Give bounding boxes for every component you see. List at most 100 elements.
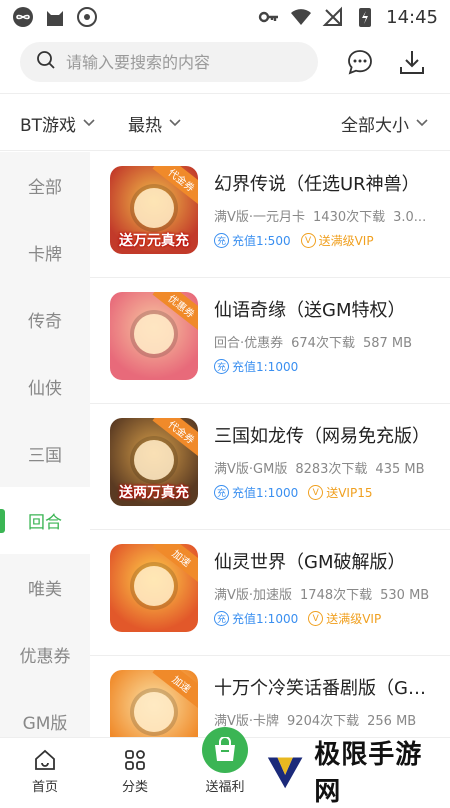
sidebar-item-all[interactable]: 全部 [0,152,90,219]
game-meta: 回合·优惠券 674次下载 587 MB [214,332,438,351]
filter-bar: BT游戏 最热 全部大小 [0,93,450,151]
watermark: 极限手游网 [258,740,450,807]
search-icon [36,50,56,74]
game-title: 幻界传说（任选UR神兽） [214,174,420,195]
tab-welfare-label: 送福利 [205,780,245,795]
game-meta-field: 1748次下载 [300,588,373,603]
game-list: 代金券 送万元真充 幻界传说（任选UR神兽） 满V版·一元月卡 1430次下载 3.0..… [90,152,450,737]
welfare-button[interactable] [202,727,248,773]
game-title: 仙语奇缘（送GM特权） [214,300,406,321]
chevron-down-icon [169,119,181,127]
game-list-item[interactable]: 代金券 送两万真充 三国如龙传（网易免充版） 满V版·GM版 8283次下载 435 MB… [90,404,450,530]
sidebar-item-label: 卡牌 [28,245,62,265]
no-signal-icon [322,6,344,28]
download-icon [400,51,424,74]
size-filter[interactable]: 全部大小 [341,94,429,152]
download-button[interactable] [394,44,430,80]
game-meta-field: 1430次下载 [313,210,386,225]
game-character-art [134,314,174,354]
sidebar-item-label: 传奇 [28,312,62,332]
sidebar-item-turn-based[interactable]: 回合 [0,487,90,554]
chevron-down-icon [83,119,95,127]
category-filter-label: BT游戏 [20,115,77,136]
recharge-badge-icon: 充 [214,611,229,626]
game-meta: 满V版·GM版 8283次下载 435 MB [214,458,438,477]
sidebar-item-label: 全部 [28,178,62,198]
watermark-text: 极限手游网 [314,740,423,807]
sidebar-item-aesthetic[interactable]: 唯美 [0,554,90,621]
game-meta-field: 8283次下载 [295,462,368,477]
recharge-badge-icon: 充 [214,359,229,374]
tab-home[interactable]: 首页 [0,738,90,801]
recharge-tag: 充充值1:1000 [214,484,298,501]
vip-tag: V 送满级VIP [308,610,381,627]
game-meta-field: 满V版·一元月卡 [214,210,306,225]
vip-badge-icon: V [308,611,324,626]
sidebar-item-label: 唯美 [28,580,62,600]
game-thumbnail: 代金券 送万元真充 [110,166,198,254]
sidebar-item-label: 仙侠 [28,379,62,399]
sidebar-item-card[interactable]: 卡牌 [0,219,90,286]
game-meta-field: 9204次下载 [287,714,360,729]
search-input[interactable] [66,52,296,72]
tag-label: 送满级VIP [318,234,374,248]
thumbnail-caption: 送万元真充 [119,233,189,249]
size-filter-label: 全部大小 [341,115,409,136]
game-thumbnail: 代金券 送两万真充 [110,418,198,506]
game-character-art [134,692,174,732]
game-character-art [134,188,174,228]
game-list-item[interactable]: 优惠券 仙语奇缘（送GM特权） 回合·优惠券 674次下载 587 MB 充充值1:100… [90,278,450,404]
tab-home-label: 首页 [31,780,58,795]
game-tags: 充充值1:1000 V 送满级VIP [214,610,381,627]
game-title: 三国如龙传（网易免充版） [214,426,430,447]
tag-label: 充值1:500 [232,234,291,248]
sidebar-item-three-kingdoms[interactable]: 三国 [0,420,90,487]
sort-filter-label: 最热 [128,115,162,136]
game-thumbnail: 加速 [110,544,198,632]
game-title: 仙灵世界（GM破解版） [214,552,406,573]
category-filter[interactable]: BT游戏 [20,94,96,152]
sort-filter[interactable]: 最热 [128,94,182,152]
game-character-art [134,440,174,480]
key-icon [258,6,280,28]
tag-label: 充值1:1000 [232,360,299,374]
tab-category-label: 分类 [121,780,148,795]
game-meta-field: 满V版·GM版 [214,462,288,477]
search-box[interactable] [20,42,318,82]
watermark-logo-icon [267,757,303,789]
message-button[interactable] [342,44,378,80]
wifi-icon [290,6,312,28]
cat-icon [44,6,66,28]
sidebar-item-coupon[interactable]: 优惠券 [0,621,90,688]
sidebar-item-label: 优惠券 [19,647,71,667]
tab-category[interactable]: 分类 [90,738,180,801]
game-list-item[interactable]: 加速 十万个冷笑话番剧版（GM... 满V版·卡牌 9204次下载 256 MB [90,656,450,737]
game-meta-field: 256 MB [367,714,417,729]
record-icon [76,6,98,28]
tag-label: 充值1:1000 [232,612,299,626]
gift-bag-icon [215,737,235,761]
recharge-tag: 充充值1:1000 [214,358,298,375]
game-list-item[interactable]: 代金券 送万元真充 幻界传说（任选UR神兽） 满V版·一元月卡 1430次下载 3.0..… [90,152,450,278]
home-icon [35,749,55,770]
game-meta: 满V版·卡牌 9204次下载 256 MB [214,710,438,729]
game-meta-field: 回合·优惠券 [214,336,284,351]
game-meta-field: 530 MB [380,588,430,603]
category-sidebar: 全部 卡牌 传奇 仙侠 三国 回合 唯美 优惠券 GM版 [0,152,90,737]
game-meta-field: 满V版·加速版 [214,588,293,603]
sidebar-item-xianxia[interactable]: 仙侠 [0,353,90,420]
game-list-item[interactable]: 加速 仙灵世界（GM破解版） 满V版·加速版 1748次下载 530 MB 充充值1:10… [90,530,450,656]
search-row [0,38,450,88]
game-title: 十万个冷笑话番剧版（GM... [214,678,440,699]
game-tags: 充充值1:500 V 送满级VIP [214,232,374,249]
game-character-art [134,566,174,606]
sidebar-item-legend[interactable]: 传奇 [0,286,90,353]
battery-icon [354,6,376,28]
game-thumbnail: 加速 [110,670,198,737]
sidebar-item-label: 回合 [28,513,62,533]
chevron-down-icon [416,119,428,127]
game-meta-field: 3.0... [393,210,427,225]
recharge-tag: 充充值1:500 [214,232,291,249]
vip-tag: V 送满级VIP [300,232,374,249]
recharge-badge-icon: 充 [214,485,229,500]
